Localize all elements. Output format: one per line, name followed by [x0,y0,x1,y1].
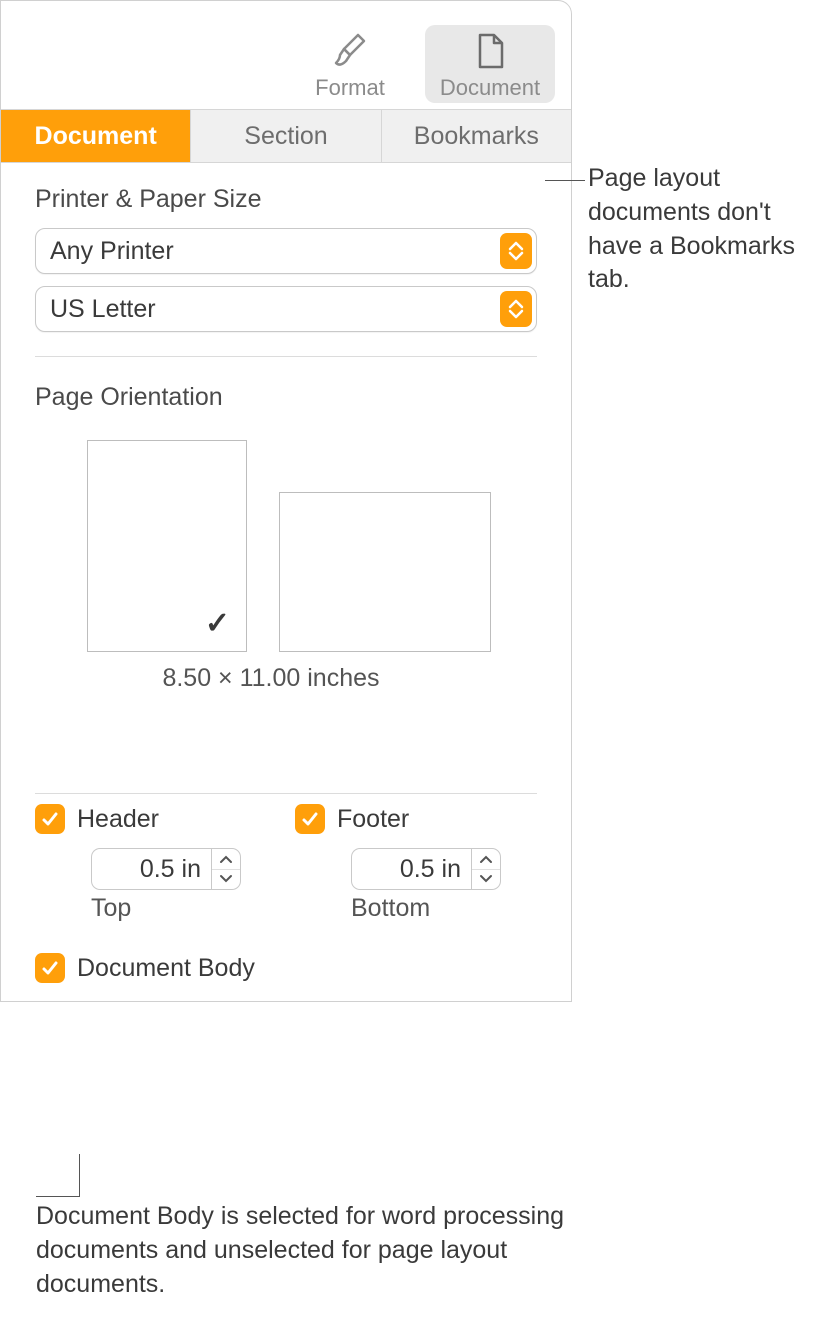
callout-leader [36,1196,80,1197]
divider [35,793,537,794]
footer-label: Footer [337,805,409,834]
format-tool[interactable]: Format [285,25,415,103]
printer-popup[interactable]: Any Printer [35,228,537,274]
header-margin-input[interactable]: 0.5 in [91,848,211,890]
footer-sublabel: Bottom [351,894,501,923]
popup-arrows-icon [500,233,532,269]
format-label: Format [315,75,385,101]
paper-value: US Letter [50,295,156,324]
tab-section[interactable]: Section [190,110,380,162]
tab-document[interactable]: Document [1,110,190,162]
page-dimensions: 8.50 × 11.00 inches [5,664,537,693]
document-inspector-panel: Format Document Document Section Bookmar… [0,0,572,1002]
inspector-tabs: Document Section Bookmarks [1,109,571,163]
callout-leader [545,180,585,181]
chevron-down-icon [472,870,500,890]
callout-document-body: Document Body is selected for word proce… [36,1200,596,1301]
header-checkbox[interactable] [35,804,65,834]
header-stepper[interactable] [211,848,241,890]
document-body-label: Document Body [77,954,255,983]
printer-value: Any Printer [50,237,174,266]
document-tool[interactable]: Document [425,25,555,103]
toolbar: Format Document [1,1,571,109]
footer-checkbox[interactable] [295,804,325,834]
callout-bookmarks: Page layout documents don't have a Bookm… [588,162,818,297]
chevron-down-icon [212,870,240,890]
paintbrush-icon [330,31,370,71]
tab-bookmarks[interactable]: Bookmarks [381,110,571,162]
orientation-section-title: Page Orientation [35,383,537,412]
header-label: Header [77,805,159,834]
chevron-up-icon [212,849,240,870]
footer-margin-input[interactable]: 0.5 in [351,848,471,890]
chevron-up-icon [472,849,500,870]
callout-leader [79,1154,80,1196]
document-icon [470,31,510,71]
orientation-landscape[interactable] [279,492,491,652]
footer-stepper[interactable] [471,848,501,890]
document-body-checkbox[interactable] [35,953,65,983]
divider [35,356,537,357]
document-label: Document [440,75,540,101]
paper-size-popup[interactable]: US Letter [35,286,537,332]
header-sublabel: Top [91,894,241,923]
checkmark-icon: ✓ [205,606,230,641]
popup-arrows-icon [500,291,532,327]
printer-section-title: Printer & Paper Size [35,185,537,214]
orientation-portrait[interactable]: ✓ [87,440,247,652]
